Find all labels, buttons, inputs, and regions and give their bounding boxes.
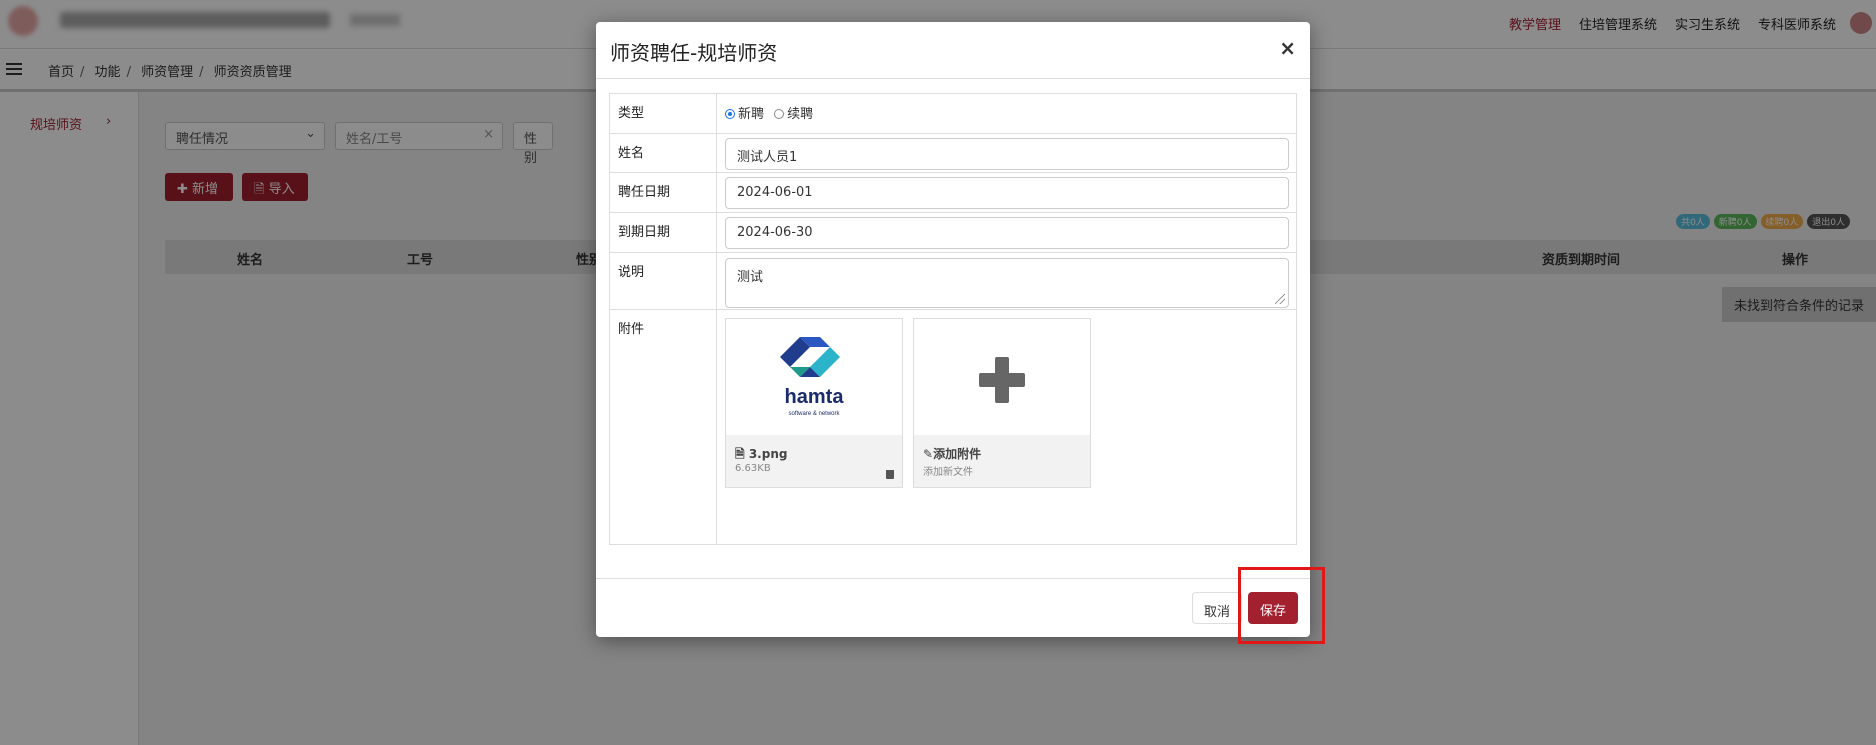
appoint-dialog: 师资聘任-规培师资 × 类型 新聘 续聘 姓名 测试人员1 聘任日期 2024-…	[596, 22, 1310, 637]
description-textarea[interactable]: 测试	[725, 258, 1289, 308]
radio-selected-icon[interactable]	[725, 108, 735, 119]
row-attachment: 附件 hamta software & network 🗎 3.png 6.63…	[610, 310, 1296, 544]
hamta-logo: hamta software & network	[780, 337, 845, 417]
add-attachment-card[interactable]: ✎添加附件 添加新文件	[913, 318, 1091, 488]
cancel-button[interactable]: 取消	[1192, 592, 1242, 624]
attachment-card[interactable]: hamta software & network 🗎 3.png 6.63KB	[725, 318, 903, 488]
type-label: 类型	[618, 106, 645, 121]
radio-new-label: 新聘	[738, 107, 765, 122]
row-start-date: 聘任日期 2024-06-01	[610, 173, 1296, 213]
image-file-icon: 🗎	[735, 447, 749, 461]
radio-unselected-icon[interactable]	[774, 108, 785, 119]
row-name: 姓名 测试人员1	[610, 134, 1296, 173]
row-description: 说明 测试	[610, 253, 1296, 310]
attachment-thumbnail: hamta software & network	[726, 319, 902, 435]
description-label: 说明	[618, 265, 645, 280]
add-attachment-info: ✎添加附件 添加新文件	[914, 435, 1090, 487]
dialog-title: 师资聘任-规培师资	[610, 41, 778, 65]
trash-icon[interactable]	[886, 470, 894, 479]
end-date-label: 到期日期	[618, 225, 671, 240]
row-end-date: 到期日期 2024-06-30	[610, 213, 1296, 253]
row-type: 类型 新聘 续聘	[610, 94, 1296, 134]
highlight-box	[1238, 567, 1325, 644]
close-icon[interactable]: ×	[1279, 36, 1296, 60]
name-field[interactable]: 测试人员1	[725, 138, 1289, 170]
paperclip-icon: ✎	[923, 447, 934, 461]
logo-text: hamta	[785, 386, 845, 408]
appoint-form: 类型 新聘 续聘 姓名 测试人员1 聘任日期 2024-06-01 到期日期 2…	[609, 93, 1297, 545]
attachment-filename-text: 3.png	[748, 447, 788, 461]
name-label: 姓名	[618, 146, 645, 161]
description-value: 测试	[737, 270, 764, 285]
radio-new[interactable]: 新聘	[725, 107, 764, 122]
footer-divider	[596, 578, 1310, 579]
radio-renew-label: 续聘	[787, 107, 814, 122]
radio-renew[interactable]: 续聘	[774, 107, 813, 122]
attachment-label: 附件	[618, 322, 645, 337]
attachment-info: 🗎 3.png 6.63KB	[726, 435, 902, 487]
add-attachment-title-text: 添加附件	[933, 447, 982, 461]
type-radio-group: 新聘 续聘	[725, 103, 813, 122]
add-attachment-hint: 添加新文件	[923, 467, 973, 478]
add-attachment-area[interactable]	[914, 319, 1090, 435]
start-date-label: 聘任日期	[618, 185, 671, 200]
end-date-field[interactable]: 2024-06-30	[725, 217, 1289, 249]
add-attachment-title: ✎添加附件	[923, 445, 981, 462]
divider	[596, 78, 1310, 79]
resize-handle-icon[interactable]	[1275, 294, 1285, 304]
logo-subtext: software & network	[788, 411, 840, 417]
start-date-field[interactable]: 2024-06-01	[725, 177, 1289, 209]
attachment-size: 6.63KB	[735, 463, 771, 474]
